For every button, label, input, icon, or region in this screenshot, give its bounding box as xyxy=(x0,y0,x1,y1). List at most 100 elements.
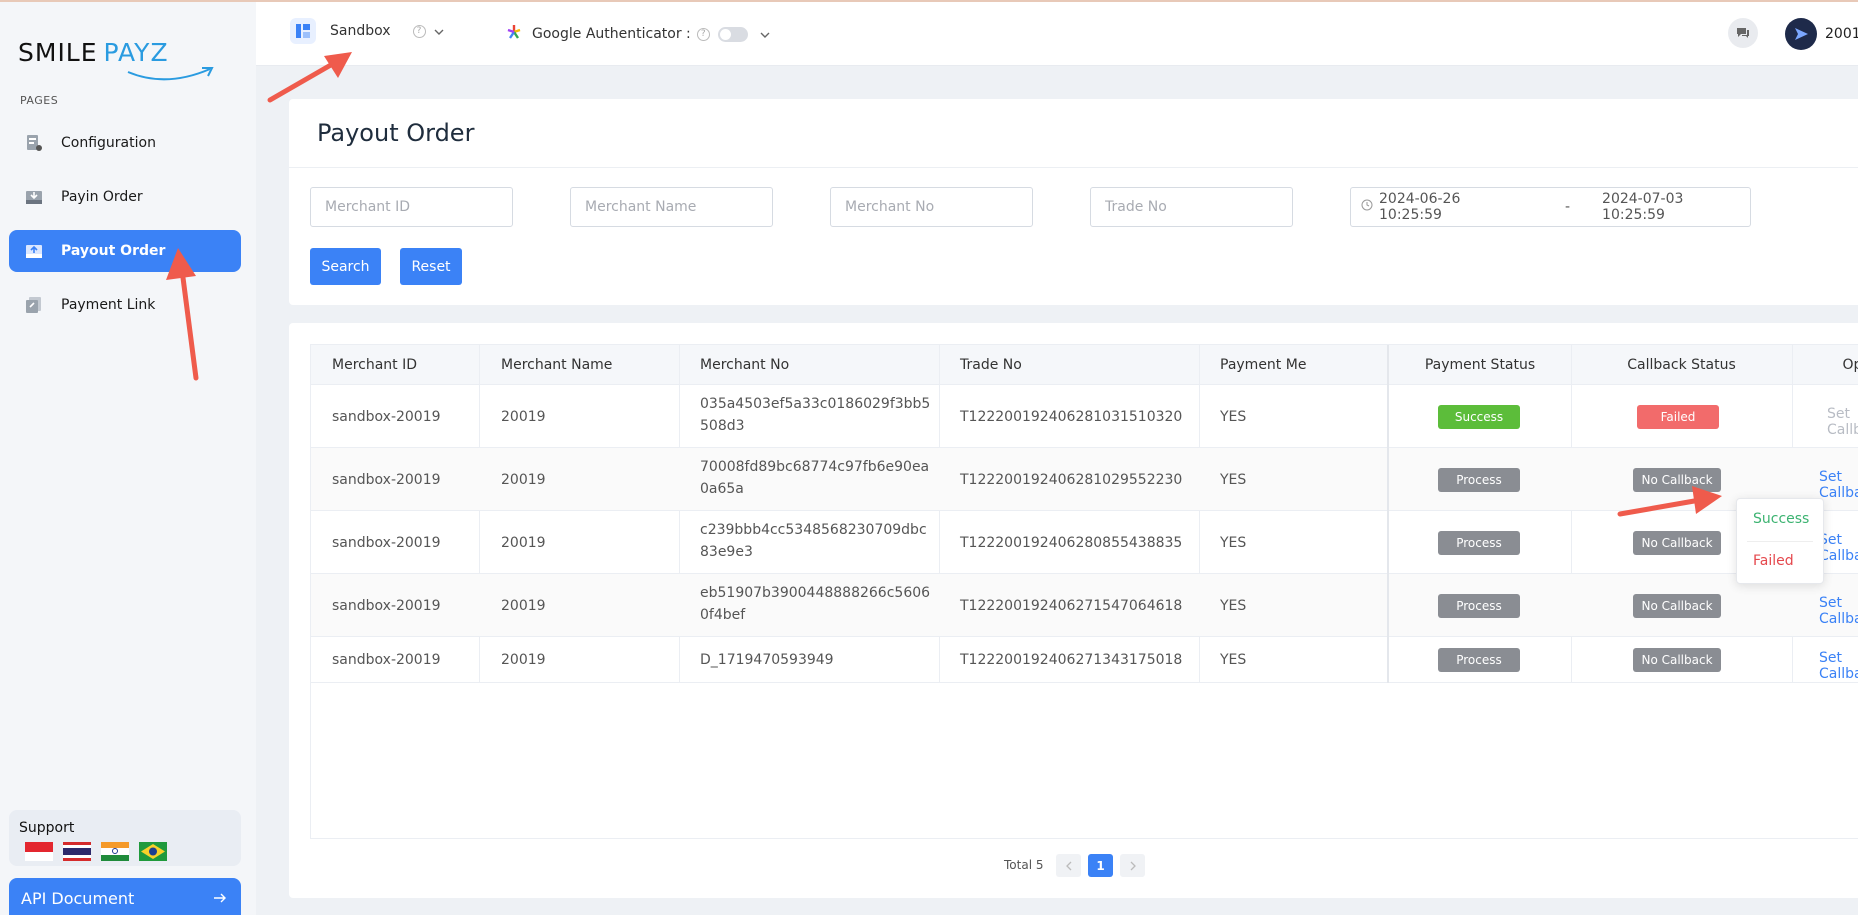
indonesia-flag-icon[interactable] xyxy=(25,842,53,861)
payment-status-badge: Process xyxy=(1438,594,1520,618)
cell-merchant-id: sandbox-20019 xyxy=(332,597,441,614)
help-icon[interactable]: ? xyxy=(696,27,710,41)
cell-merchant-name: 20019 xyxy=(501,597,546,614)
cell-payment-method: YES xyxy=(1220,471,1247,488)
column-header-merchant-name[interactable]: Merchant Name xyxy=(501,345,612,385)
clock-icon xyxy=(1361,199,1373,215)
sidebar-item-payment-link[interactable]: Payment Link xyxy=(9,284,241,326)
help-icon[interactable]: ? xyxy=(412,24,426,38)
date-separator: - xyxy=(1564,199,1571,215)
cell-merchant-id: sandbox-20019 xyxy=(332,408,441,425)
sidebar-item-label: Configuration xyxy=(61,135,156,151)
column-header-merchant-id[interactable]: Merchant ID xyxy=(332,345,417,385)
authenticator-label: Google Authenticator : xyxy=(532,26,691,42)
cell-merchant-no: c239bbb4cc5348568230709dbc 83e9e3 xyxy=(700,519,927,563)
cell-payment-method: YES xyxy=(1220,408,1247,425)
date-end[interactable]: 2024-07-03 10:25:59 xyxy=(1602,191,1750,223)
payment-status-badge: Process xyxy=(1438,531,1520,555)
cell-trade-no: T122200192406280855438835 xyxy=(960,534,1183,551)
cell-merchant-name: 20019 xyxy=(501,471,546,488)
chat-button[interactable] xyxy=(1728,18,1758,48)
pagination-next-button[interactable] xyxy=(1120,854,1145,877)
support-flags xyxy=(19,842,231,861)
set-callback-label: Set Callback xyxy=(1819,650,1858,682)
column-header-trade-no[interactable]: Trade No xyxy=(960,345,1022,385)
set-callback-label: Set Callback xyxy=(1819,469,1858,501)
cell-trade-no: T122200192406281029552230 xyxy=(960,471,1183,488)
user-id[interactable]: 2001 xyxy=(1825,26,1858,42)
thailand-flag-icon[interactable] xyxy=(63,842,91,861)
merchant-no-line-1: c239bbb4cc5348568230709dbc xyxy=(700,522,927,538)
arrow-right-icon xyxy=(213,889,227,908)
sidebar-item-payout-order[interactable]: Payout Order xyxy=(9,230,241,272)
send-icon xyxy=(1795,28,1808,40)
cell-merchant-name: 20019 xyxy=(501,408,546,425)
merchant-name-input[interactable] xyxy=(570,187,773,227)
column-header-payment-status[interactable]: Payment Status xyxy=(1389,345,1571,385)
chat-icon xyxy=(1737,28,1749,38)
date-start[interactable]: 2024-06-26 10:25:59 xyxy=(1379,191,1527,223)
payment-status-badge: Success xyxy=(1438,405,1520,429)
environment-selector[interactable]: Sandbox ? xyxy=(290,18,444,44)
environment-label: Sandbox xyxy=(330,23,391,39)
india-flag-icon[interactable] xyxy=(101,842,129,861)
callback-status-badge: No Callback xyxy=(1633,648,1721,672)
merchant-no-line-1: eb51907b3900448888266c5606 xyxy=(700,585,931,601)
support-box: Support xyxy=(9,810,241,866)
chevron-right-icon xyxy=(1130,861,1136,870)
table-row: sandbox-20019 20019 c239bbb4cc5348568230… xyxy=(311,511,1858,574)
divider xyxy=(289,167,1858,168)
cell-merchant-name: 20019 xyxy=(501,534,546,551)
sidebar-item-configuration[interactable]: Configuration xyxy=(9,122,241,164)
merchant-no-line-2: 0a65a xyxy=(700,481,744,497)
cell-merchant-no: eb51907b3900448888266c5606 0f4bef xyxy=(700,582,930,626)
merchant-no-line-1: 70008fd89bc68774c97fb6e90ea xyxy=(700,459,930,475)
avatar[interactable] xyxy=(1785,18,1817,50)
column-header-merchant-no[interactable]: Merchant No xyxy=(700,345,789,385)
callback-status-badge: No Callback xyxy=(1633,531,1721,555)
cell-trade-no: T122200192406271547064618 xyxy=(960,597,1183,614)
date-range-picker[interactable]: 2024-06-26 10:25:59 - 2024-07-03 10:25:5… xyxy=(1350,187,1751,227)
chevron-down-icon[interactable] xyxy=(434,23,444,39)
reset-button[interactable]: Reset xyxy=(400,248,462,285)
api-document-label: API Document xyxy=(21,888,135,908)
brazil-flag-icon[interactable] xyxy=(139,842,167,861)
brand-part-2: PAYZ xyxy=(103,38,169,67)
pagination-page-1[interactable]: 1 xyxy=(1088,854,1113,877)
merchant-no-line-2: 83e9e3 xyxy=(700,544,753,560)
cell-payment-method: YES xyxy=(1220,652,1247,668)
menu-divider xyxy=(1747,541,1813,542)
support-label: Support xyxy=(19,820,75,836)
merchant-no-input[interactable] xyxy=(830,187,1033,227)
orders-table: Merchant ID Merchant Name Merchant No Tr… xyxy=(310,344,1858,839)
callback-status-badge: No Callback xyxy=(1633,594,1721,618)
chevron-left-icon xyxy=(1065,861,1071,870)
table-header: Merchant ID Merchant Name Merchant No Tr… xyxy=(311,345,1858,385)
set-callback-dropdown[interactable]: Set Callback xyxy=(1819,532,1858,564)
sidebar-item-payin-order[interactable]: Payin Order xyxy=(9,176,241,218)
callback-menu-success[interactable]: Success xyxy=(1753,511,1809,527)
brand-logo[interactable]: SMILE PAYZ xyxy=(18,38,214,81)
chevron-down-icon[interactable] xyxy=(760,26,770,42)
sandbox-icon xyxy=(290,18,316,44)
column-header-payment-method[interactable]: Payment Me xyxy=(1220,345,1387,385)
table-row: sandbox-20019 20019 D_1719470593949 T122… xyxy=(311,637,1858,683)
callback-menu-failed[interactable]: Failed xyxy=(1753,553,1794,569)
search-button[interactable]: Search xyxy=(310,248,381,285)
cell-payment-method: YES xyxy=(1220,597,1247,614)
pagination-prev-button[interactable] xyxy=(1056,854,1081,877)
trade-no-input[interactable] xyxy=(1090,187,1293,227)
set-callback-dropdown[interactable]: Set Callback xyxy=(1819,469,1858,501)
cell-merchant-id: sandbox-20019 xyxy=(332,534,441,551)
api-document-button[interactable]: API Document xyxy=(9,878,241,915)
brand-part-1: SMILE xyxy=(18,38,98,67)
column-header-callback-status[interactable]: Callback Status xyxy=(1571,345,1792,385)
cell-merchant-id: sandbox-20019 xyxy=(332,652,441,668)
payment-status-badge: Process xyxy=(1438,468,1520,492)
merchant-id-input[interactable] xyxy=(310,187,513,227)
authenticator-toggle[interactable] xyxy=(717,26,748,42)
set-callback-dropdown[interactable]: Set Callback xyxy=(1819,650,1858,682)
set-callback-dropdown[interactable]: Set Callback xyxy=(1819,595,1858,627)
set-callback-label: Set Callback xyxy=(1819,595,1858,627)
cell-trade-no: T122200192406281031510320 xyxy=(960,408,1183,425)
